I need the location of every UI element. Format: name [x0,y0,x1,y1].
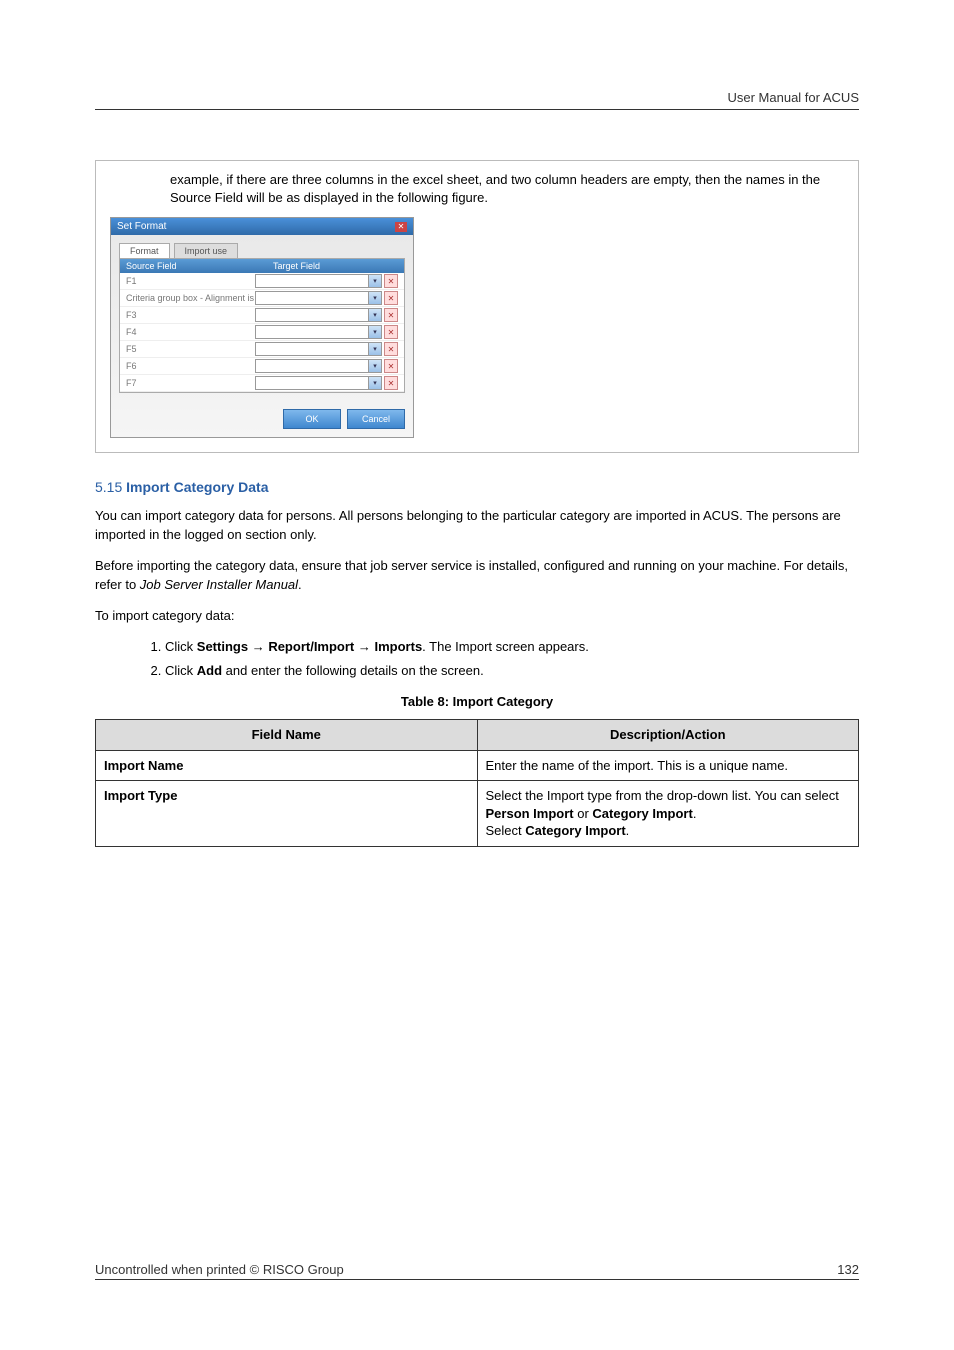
chevron-down-icon[interactable]: ▾ [368,292,381,304]
th-field-name: Field Name [96,719,478,750]
cell-desc: Select the Import type from the drop-dow… [477,781,859,847]
delete-row-icon[interactable]: ✕ [384,376,398,390]
chevron-down-icon[interactable]: ▾ [368,326,381,338]
chevron-down-icon[interactable]: ▾ [368,275,381,287]
steps-list: Click Settings → Report/Import → Imports… [165,638,859,680]
target-dropdown[interactable]: ▾ [255,342,382,356]
dialog-title: Set Format [117,221,166,232]
target-dropdown[interactable]: ▾ [255,308,382,322]
example-text: example, if there are three columns in t… [110,171,844,207]
source-label: F1 [126,276,255,286]
s1-e: → [354,639,374,654]
s1-d: Report/Import [268,639,354,654]
delete-row-icon[interactable]: ✕ [384,291,398,305]
paragraph-3: To import category data: [95,607,859,626]
paragraph-1: You can import category data for persons… [95,507,859,545]
d1b: Person Import [486,806,574,821]
target-dropdown[interactable]: ▾ [255,325,382,339]
grid-row: Criteria group box - Alignment is not p … [120,290,404,307]
s1-c: → [248,639,268,654]
p2-italic: Job Server Installer Manual [140,577,298,592]
target-dropdown[interactable]: ▾ [255,359,382,373]
page-footer: Uncontrolled when printed © RISCO Group … [95,1262,859,1280]
delete-row-icon[interactable]: ✕ [384,359,398,373]
section-title: Import Category Data [126,479,268,495]
s1-f: Imports [375,639,423,654]
col-target: Target Field [267,259,404,273]
header-text: User Manual for ACUS [728,90,860,105]
chevron-down-icon[interactable]: ▾ [368,309,381,321]
p2-part-b: . [298,577,302,592]
dialog-buttons: OK Cancel [111,401,413,437]
tab-format[interactable]: Format [119,243,170,258]
d1e: . [693,806,697,821]
set-format-dialog: Set Format ✕ Format Import use Source Fi… [110,217,414,438]
d1c: or [574,806,593,821]
cell-field: Import Type [96,781,478,847]
ok-button[interactable]: OK [283,409,341,429]
delete-row-icon[interactable]: ✕ [384,342,398,356]
delete-row-icon[interactable]: ✕ [384,325,398,339]
s2-b: Add [197,663,222,678]
cell-field: Import Name [96,750,478,781]
step-2: Click Add and enter the following detail… [165,662,859,680]
source-label: F4 [126,327,255,337]
source-label: F5 [126,344,255,354]
target-dropdown[interactable]: ▾ [255,291,382,305]
grid-row: F5 ▾ ✕ [120,341,404,358]
import-category-table: Field Name Description/Action Import Nam… [95,719,859,847]
grid-row: F3 ▾ ✕ [120,307,404,324]
d1d: Category Import [592,806,692,821]
grid-row: F4 ▾ ✕ [120,324,404,341]
chevron-down-icon[interactable]: ▾ [368,377,381,389]
footer-left: Uncontrolled when printed © RISCO Group [95,1262,344,1277]
source-label: F6 [126,361,255,371]
dialog-panel: Source Field Target Field F1 ▾ ✕ Criteri… [119,258,405,393]
footer-right: 132 [837,1262,859,1277]
paragraph-2: Before importing the category data, ensu… [95,557,859,595]
delete-row-icon[interactable]: ✕ [384,274,398,288]
section-heading: 5.15 Import Category Data [95,479,859,495]
dialog-titlebar: Set Format ✕ [111,218,413,235]
table-caption: Table 8: Import Category [95,694,859,709]
d2c: . [626,823,630,838]
chevron-down-icon[interactable]: ▾ [368,360,381,372]
target-dropdown[interactable]: ▾ [255,274,382,288]
tab-import-use[interactable]: Import use [174,243,239,258]
close-icon[interactable]: ✕ [395,222,407,232]
grid-row: F7 ▾ ✕ [120,375,404,392]
table-row: Import Name Enter the name of the import… [96,750,859,781]
col-source: Source Field [120,259,267,273]
source-label: F3 [126,310,255,320]
delete-row-icon[interactable]: ✕ [384,308,398,322]
source-label: Criteria group box - Alignment is not p [126,293,255,303]
source-label: F7 [126,378,255,388]
section-number: 5.15 [95,479,122,495]
table-row: Import Type Select the Import type from … [96,781,859,847]
s2-c: and enter the following details on the s… [222,663,484,678]
th-description: Description/Action [477,719,859,750]
grid-header: Source Field Target Field [120,259,404,273]
cell-desc: Enter the name of the import. This is a … [477,750,859,781]
s2-a: Click [165,663,197,678]
s1-a: Click [165,639,197,654]
dialog-tabs: Format Import use [111,235,413,258]
grid-row: F6 ▾ ✕ [120,358,404,375]
s1-g: . The Import screen appears. [422,639,589,654]
d2b: Category Import [525,823,625,838]
d1a: Select the Import type from the drop-dow… [486,788,839,803]
example-box: example, if there are three columns in t… [95,160,859,453]
target-dropdown[interactable]: ▾ [255,376,382,390]
chevron-down-icon[interactable]: ▾ [368,343,381,355]
step-1: Click Settings → Report/Import → Imports… [165,638,859,656]
grid-row: F1 ▾ ✕ [120,273,404,290]
cancel-button[interactable]: Cancel [347,409,405,429]
d2a: Select [486,823,526,838]
s1-b: Settings [197,639,248,654]
page-header: User Manual for ACUS [95,90,859,110]
